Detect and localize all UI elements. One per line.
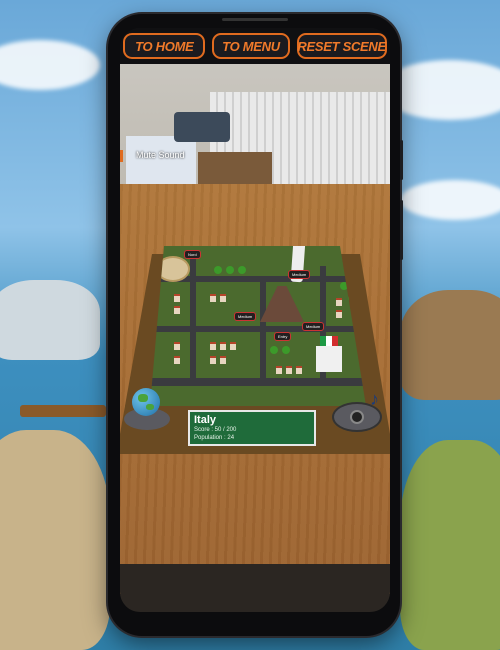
country-name: Italy bbox=[194, 414, 217, 426]
side-button bbox=[400, 200, 403, 260]
music-note-icon: ♪ bbox=[370, 389, 379, 409]
globe-button[interactable] bbox=[124, 388, 170, 434]
score-text: Score : 50 / 200 bbox=[194, 427, 237, 433]
ar-camera-view: Nord Medium Medium Entry Medium Italy Sc… bbox=[120, 64, 390, 612]
city-tag[interactable]: Nord bbox=[184, 250, 201, 259]
app-screen: TO HOME TO MENU RESET SCENE Nord Medium … bbox=[120, 28, 390, 612]
mute-sound-button[interactable]: Mute Sound bbox=[136, 150, 185, 160]
city-tag[interactable]: Medium bbox=[302, 322, 325, 331]
flag-building-landmark[interactable] bbox=[316, 346, 342, 372]
population-text: Population : 24 bbox=[194, 435, 235, 441]
music-button[interactable]: ♪ bbox=[332, 390, 382, 434]
city-tag[interactable]: Medium bbox=[234, 312, 257, 321]
globe-icon bbox=[132, 388, 160, 416]
to-home-button[interactable]: TO HOME bbox=[123, 33, 206, 59]
mute-indicator bbox=[120, 150, 123, 162]
room-objects bbox=[122, 108, 282, 190]
country-info-panel: Italy Score : 50 / 200 Population : 24 bbox=[188, 410, 316, 446]
city-tag[interactable]: Medium bbox=[288, 270, 311, 279]
reset-scene-button[interactable]: RESET SCENE bbox=[296, 33, 387, 59]
floor bbox=[120, 564, 390, 612]
top-bar: TO HOME TO MENU RESET SCENE bbox=[120, 28, 390, 64]
city-tag[interactable]: Entry bbox=[274, 332, 292, 341]
to-menu-button[interactable]: TO MENU bbox=[211, 33, 290, 59]
city-map[interactable]: Nord Medium Medium Entry Medium bbox=[150, 246, 366, 406]
volcano-landmark[interactable] bbox=[260, 286, 304, 322]
phone-speaker bbox=[222, 18, 288, 21]
side-button bbox=[400, 140, 403, 180]
